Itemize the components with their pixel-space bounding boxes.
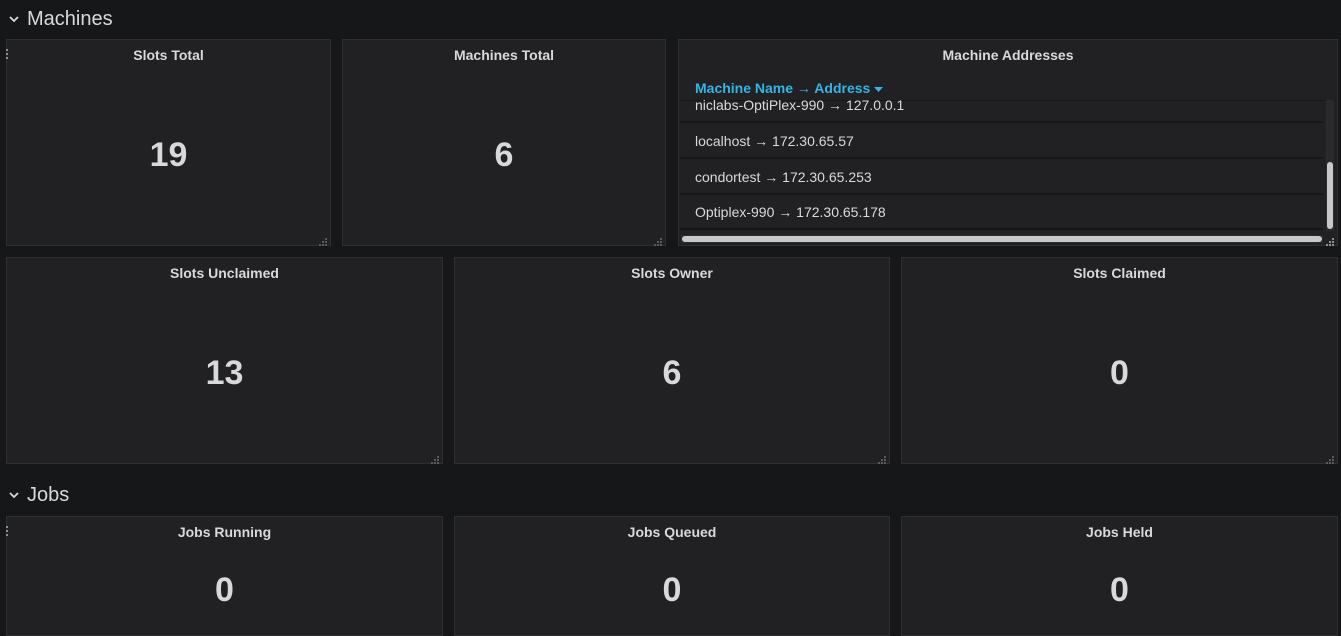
table-body: niclabs-OptiPlex-990 → 127.0.0.1 localho… bbox=[680, 100, 1323, 233]
row-header-jobs[interactable]: Jobs bbox=[0, 483, 69, 507]
stat-value: 0 bbox=[215, 571, 234, 609]
panel-title[interactable]: Jobs Held bbox=[902, 524, 1337, 540]
resize-grip-icon[interactable] bbox=[319, 234, 328, 246]
chevron-down-icon bbox=[7, 488, 21, 502]
resize-grip-icon[interactable] bbox=[1326, 452, 1335, 464]
panel-title[interactable]: Machine Addresses bbox=[679, 47, 1337, 63]
panel-title[interactable]: Slots Owner bbox=[455, 265, 889, 281]
panel-title[interactable]: Slots Total bbox=[7, 47, 330, 63]
horizontal-scrollbar[interactable] bbox=[681, 235, 1323, 243]
table-row: Optiplex-990 → 172.30.65.178 bbox=[680, 195, 1323, 230]
stat-value: 6 bbox=[494, 136, 514, 174]
column-header-label: Machine Name → Address bbox=[695, 80, 871, 96]
caret-down-icon bbox=[874, 80, 884, 96]
panel-title[interactable]: Jobs Running bbox=[7, 524, 442, 540]
scrollbar-thumb[interactable] bbox=[682, 236, 1322, 242]
panel-slots-claimed[interactable]: Slots Claimed 0 bbox=[901, 257, 1338, 464]
stat-value: 0 bbox=[1110, 354, 1129, 392]
panel-title[interactable]: Jobs Queued bbox=[455, 524, 889, 540]
vertical-scrollbar[interactable] bbox=[1326, 100, 1334, 231]
stat-value: 6 bbox=[662, 354, 682, 392]
row-title: Jobs bbox=[27, 483, 70, 506]
stat-value: 13 bbox=[205, 354, 244, 392]
panel-title[interactable]: Machines Total bbox=[343, 47, 665, 63]
panel-slots-unclaimed[interactable]: Slots Unclaimed 13 bbox=[6, 257, 443, 464]
panel-machine-addresses[interactable]: Machine Addresses Machine Name → Address… bbox=[678, 39, 1338, 246]
row-title: Machines bbox=[27, 7, 113, 30]
resize-grip-icon[interactable] bbox=[878, 452, 887, 464]
resize-grip-icon[interactable] bbox=[654, 234, 663, 246]
panel-jobs-held[interactable]: Jobs Held 0 bbox=[901, 516, 1338, 636]
panel-jobs-queued[interactable]: Jobs Queued 0 bbox=[454, 516, 890, 636]
stat-value: 0 bbox=[662, 571, 682, 609]
table-row: localhost → 172.30.65.57 bbox=[680, 124, 1323, 159]
chevron-down-icon bbox=[7, 12, 21, 26]
stat-value: 19 bbox=[149, 136, 188, 174]
resize-grip-icon[interactable] bbox=[431, 452, 440, 464]
panel-slots-total[interactable]: Slots Total 19 bbox=[6, 39, 331, 246]
panel-machines-total[interactable]: Machines Total 6 bbox=[342, 39, 666, 246]
table-row: condortest → 172.30.65.253 bbox=[680, 160, 1323, 195]
panel-title[interactable]: Slots Unclaimed bbox=[7, 265, 442, 281]
table-header: Machine Name → Address bbox=[680, 70, 1336, 101]
panel-slots-owner[interactable]: Slots Owner 6 bbox=[454, 257, 890, 464]
panel-title[interactable]: Slots Claimed bbox=[902, 265, 1337, 281]
resize-grip-icon[interactable] bbox=[1326, 234, 1335, 246]
column-header-machine-name-address[interactable]: Machine Name → Address bbox=[680, 80, 884, 100]
table-row: niclabs-OptiPlex-990 → 127.0.0.1 bbox=[680, 100, 1323, 123]
panel-jobs-running[interactable]: Jobs Running 0 bbox=[6, 516, 443, 636]
row-header-machines[interactable]: Machines bbox=[0, 7, 113, 31]
scrollbar-thumb[interactable] bbox=[1327, 162, 1333, 229]
stat-value: 0 bbox=[1110, 571, 1129, 609]
